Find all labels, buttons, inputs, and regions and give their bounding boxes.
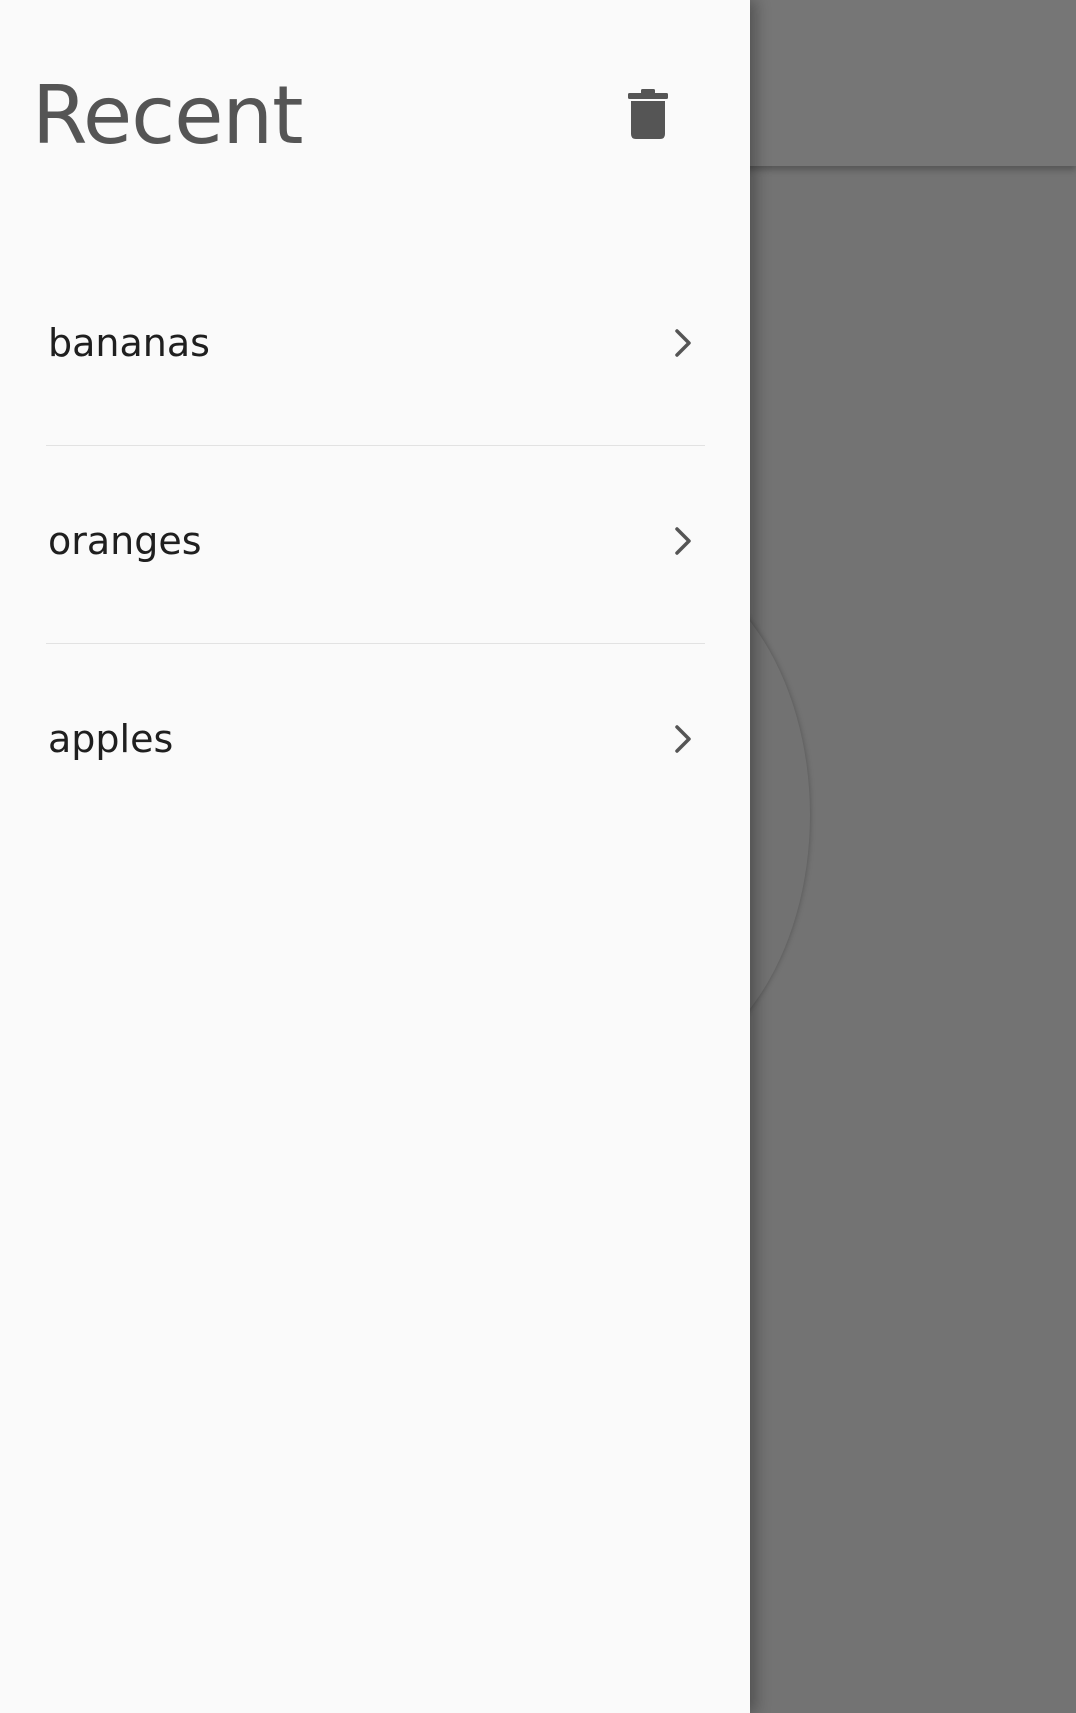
chevron-right-icon <box>666 326 700 360</box>
recent-item-oranges[interactable]: oranges <box>46 446 705 644</box>
recent-item-bananas[interactable]: bananas <box>46 248 705 446</box>
app-screen: Recent bananas oranges apples <box>0 0 1076 1713</box>
chevron-right-icon <box>666 524 700 558</box>
list-item-label: oranges <box>48 519 202 563</box>
trash-icon <box>628 89 668 139</box>
recent-list: bananas oranges apples <box>46 248 705 841</box>
recent-item-apples[interactable]: apples <box>46 644 705 841</box>
drawer-header: Recent <box>0 0 750 240</box>
drawer-title: Recent <box>32 69 303 162</box>
recent-drawer: Recent bananas oranges apples <box>0 0 750 1713</box>
list-item-label: bananas <box>48 321 210 365</box>
list-item-label: apples <box>48 717 174 761</box>
clear-recent-button[interactable] <box>616 82 680 146</box>
chevron-right-icon <box>666 722 700 756</box>
